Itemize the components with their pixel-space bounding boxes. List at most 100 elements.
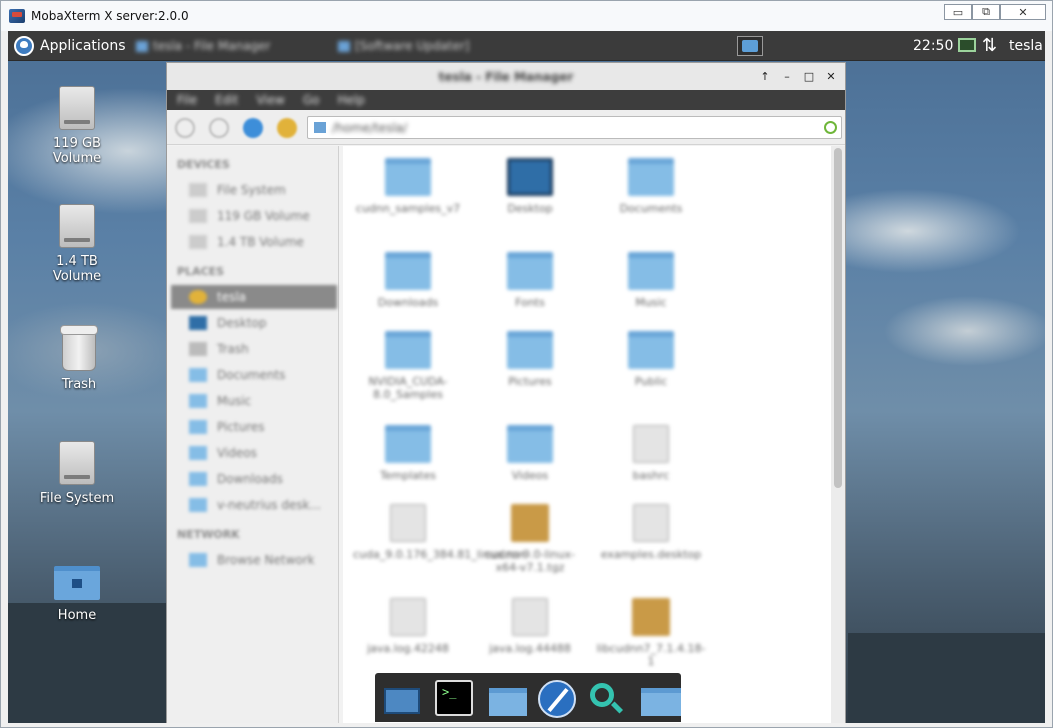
documents-folder-icon <box>628 158 674 196</box>
dock-web-browser-icon[interactable] <box>538 680 576 718</box>
file-item[interactable]: Downloads <box>353 252 463 309</box>
scrollbar-thumb[interactable] <box>834 148 842 488</box>
file-item[interactable]: Documents <box>596 158 706 215</box>
file-item[interactable]: Fonts <box>475 252 585 309</box>
sidebar-item-music[interactable]: Music <box>171 389 337 413</box>
sidebar-item-trash[interactable]: Trash <box>171 337 337 361</box>
scrollbar[interactable] <box>831 146 845 723</box>
drive-icon <box>189 209 207 223</box>
sidebar-item-file-system[interactable]: File System <box>171 178 337 202</box>
desktop-icon-file-system[interactable]: File System <box>32 441 122 506</box>
clock[interactable]: 22:50 <box>913 31 953 61</box>
window-titlebar[interactable]: MobaXterm X server:2.0.0 ▭ ⧉ ✕ <box>1 1 1052 31</box>
maximize-button[interactable]: □ <box>801 68 817 84</box>
menu-view[interactable]: View <box>256 93 284 107</box>
mobaxterm-window: MobaXterm X server:2.0.0 ▭ ⧉ ✕ Applicati… <box>0 0 1053 728</box>
applications-menu-button[interactable]: Applications <box>8 31 132 61</box>
minimize-button[interactable]: – <box>779 68 795 84</box>
drive-icon <box>189 183 207 197</box>
sidebar-item-1.4tb[interactable]: 1.4 TB Volume <box>171 230 337 254</box>
file-item[interactable]: java.log.42248 <box>353 598 463 655</box>
dock-file-manager-icon[interactable] <box>380 680 420 716</box>
desktop-icon-119gb-volume[interactable]: 119 GB Volume <box>32 86 122 166</box>
network-monitor-icon[interactable] <box>958 38 976 52</box>
up-button[interactable]: ↑ <box>757 68 773 84</box>
folder-icon <box>189 446 207 460</box>
x-desktop: Applications tesla - File Manager [Softw… <box>8 31 1045 723</box>
taskbar-item-software-updater[interactable]: [Software Updater] <box>338 37 469 55</box>
desktop-icon-home[interactable]: Home <box>32 566 122 623</box>
close-button[interactable]: ✕ <box>1000 4 1046 20</box>
sidebar-item-neutrius-desk[interactable]: v-neutrius desk... <box>171 493 337 517</box>
file-item[interactable]: libcudnn7_7.1.4.18-1 <box>596 598 706 668</box>
file-item[interactable]: examples.desktop <box>596 504 706 561</box>
sidebar-item-desktop[interactable]: Desktop <box>171 311 337 335</box>
parent-folder-icon[interactable] <box>243 118 263 138</box>
templates-folder-icon <box>385 425 431 463</box>
file-item[interactable]: NVIDIA_CUDA-8.0_Samples <box>353 331 463 401</box>
applications-label: Applications <box>40 37 126 54</box>
pictures-folder-icon <box>507 331 553 369</box>
sidebar-item-pictures[interactable]: Pictures <box>171 415 337 439</box>
trash-icon <box>60 325 98 371</box>
menu-help[interactable]: Help <box>337 93 364 107</box>
file-item[interactable]: Public <box>596 331 706 388</box>
file-item[interactable]: Pictures <box>475 331 585 388</box>
network-updown-icon[interactable]: ⇅ <box>982 34 997 58</box>
file-label: NVIDIA_CUDA-8.0_Samples <box>368 375 448 401</box>
dock-home-folder-icon[interactable] <box>485 680 527 716</box>
file-item[interactable]: java.log.44488 <box>475 598 585 655</box>
sidebar-item-label: Documents <box>217 368 286 382</box>
file-item[interactable]: cudnn-9.0-linux-x64-v7.1.tgz <box>475 504 585 574</box>
file-label: Music <box>635 296 667 309</box>
desktop-icon-1.4tb-volume[interactable]: 1.4 TB Volume <box>32 204 122 284</box>
log-file-icon <box>512 598 548 636</box>
file-item[interactable]: bashrc <box>596 425 706 482</box>
sidebar-item-downloads[interactable]: Downloads <box>171 467 337 491</box>
close-button[interactable]: ✕ <box>823 68 839 84</box>
menu-edit[interactable]: Edit <box>215 93 238 107</box>
sidebar-item-videos[interactable]: Videos <box>171 441 337 465</box>
dock-search-icon[interactable] <box>587 680 625 716</box>
file-item[interactable]: Music <box>596 252 706 309</box>
file-item[interactable]: cudnn_samples_v7 <box>353 158 463 215</box>
restore-button[interactable]: ⧉ <box>972 4 1000 20</box>
user-menu[interactable]: tesla <box>1009 31 1043 61</box>
minimize-button[interactable]: ▭ <box>944 4 972 20</box>
sidebar-item-browse-network[interactable]: Browse Network <box>171 548 337 572</box>
magnifier-handle <box>610 701 624 714</box>
drive-icon <box>189 235 207 249</box>
sidebar-item-tesla[interactable]: tesla <box>171 285 337 309</box>
icon-label: Home <box>57 608 97 623</box>
dock-terminal-icon[interactable]: >_ <box>435 680 473 716</box>
file-manager-titlebar[interactable]: tesla - File Manager ↑ – □ ✕ <box>167 63 845 90</box>
folder-icon <box>189 498 207 512</box>
desktop-icon-trash[interactable]: Trash <box>34 325 124 392</box>
workspace-switcher[interactable] <box>737 36 763 56</box>
home-icon[interactable] <box>277 118 297 138</box>
file-label: java.log.42248 <box>367 642 449 655</box>
file-item[interactable]: cuda_9.0.176_384.81_linux.run <box>353 504 525 561</box>
network-icon <box>189 553 207 567</box>
taskbar-item-file-manager[interactable]: tesla - File Manager <box>136 37 270 55</box>
file-label: cudnn-9.0-linux-x64-v7.1.tgz <box>485 548 575 574</box>
xfce-logo-icon <box>14 35 34 56</box>
back-icon[interactable] <box>175 118 195 138</box>
reload-icon[interactable] <box>824 121 837 134</box>
folder-icon <box>189 368 207 382</box>
file-item[interactable]: Videos <box>475 425 585 482</box>
location-bar[interactable]: /home/tesla/ <box>307 116 842 139</box>
text-file-icon <box>633 425 669 463</box>
file-item[interactable]: Desktop <box>475 158 585 215</box>
menu-file[interactable]: File <box>177 93 197 107</box>
file-item[interactable]: Templates <box>353 425 463 482</box>
dock-folder-icon[interactable] <box>635 680 681 716</box>
file-view: cudnn_samples_v7 Desktop Documents Downl… <box>343 146 833 723</box>
sidebar-item-label: v-neutrius desk... <box>217 498 321 512</box>
sidebar: DEVICES File System 119 GB Volume 1.4 TB… <box>167 146 339 723</box>
menu-go[interactable]: Go <box>303 93 320 107</box>
forward-icon[interactable] <box>209 118 229 138</box>
sidebar-item-documents[interactable]: Documents <box>171 363 337 387</box>
sidebar-item-119gb[interactable]: 119 GB Volume <box>171 204 337 228</box>
magnifier-ring <box>590 683 614 707</box>
